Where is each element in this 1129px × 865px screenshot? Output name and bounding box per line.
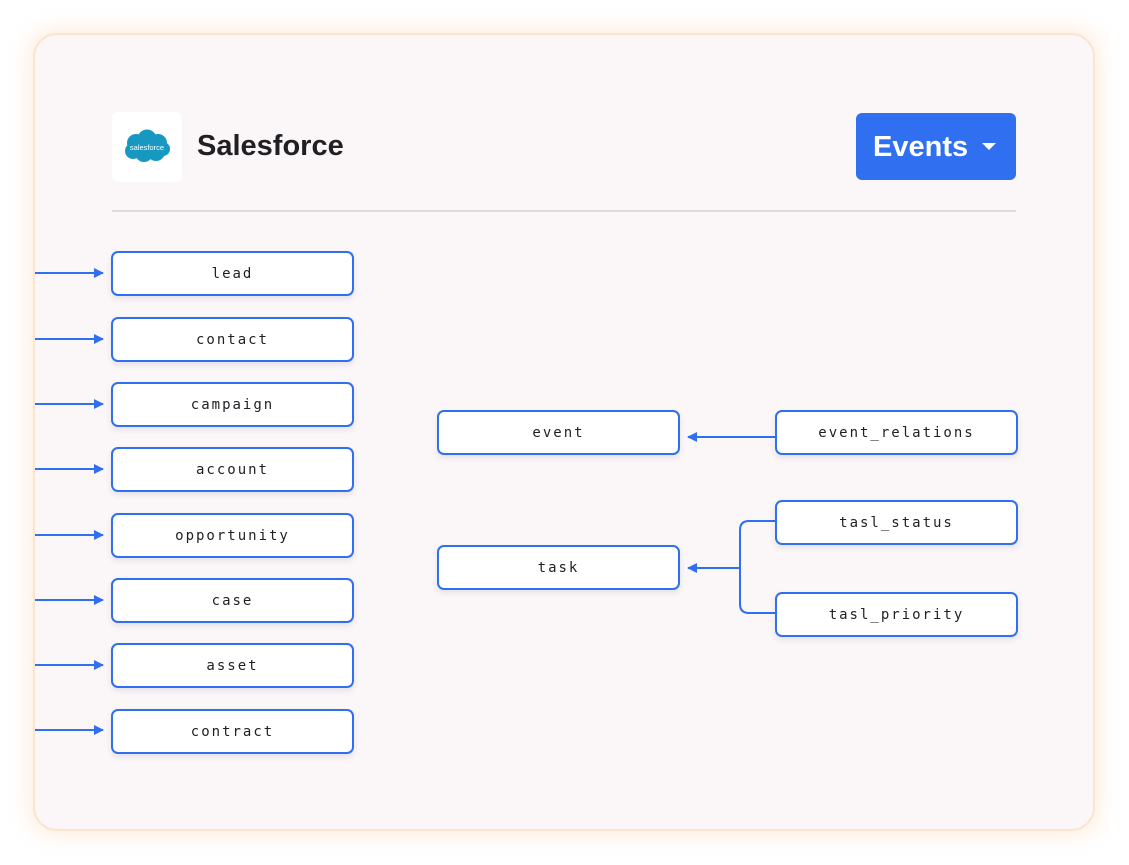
node-event[interactable]: event [437,410,680,455]
node-campaign[interactable]: campaign [111,382,354,427]
node-event-relations[interactable]: event_relations [775,410,1018,455]
node-lead[interactable]: lead [111,251,354,296]
node-account[interactable]: account [111,447,354,492]
node-tasl-priority[interactable]: tasl_priority [775,592,1018,637]
node-case[interactable]: case [111,578,354,623]
node-asset[interactable]: asset [111,643,354,688]
node-contract[interactable]: contract [111,709,354,754]
node-task[interactable]: task [437,545,680,590]
task-sources-bracket [739,520,775,614]
node-tasl-status[interactable]: tasl_status [775,500,1018,545]
node-contact[interactable]: contact [111,317,354,362]
node-opportunity[interactable]: opportunity [111,513,354,558]
